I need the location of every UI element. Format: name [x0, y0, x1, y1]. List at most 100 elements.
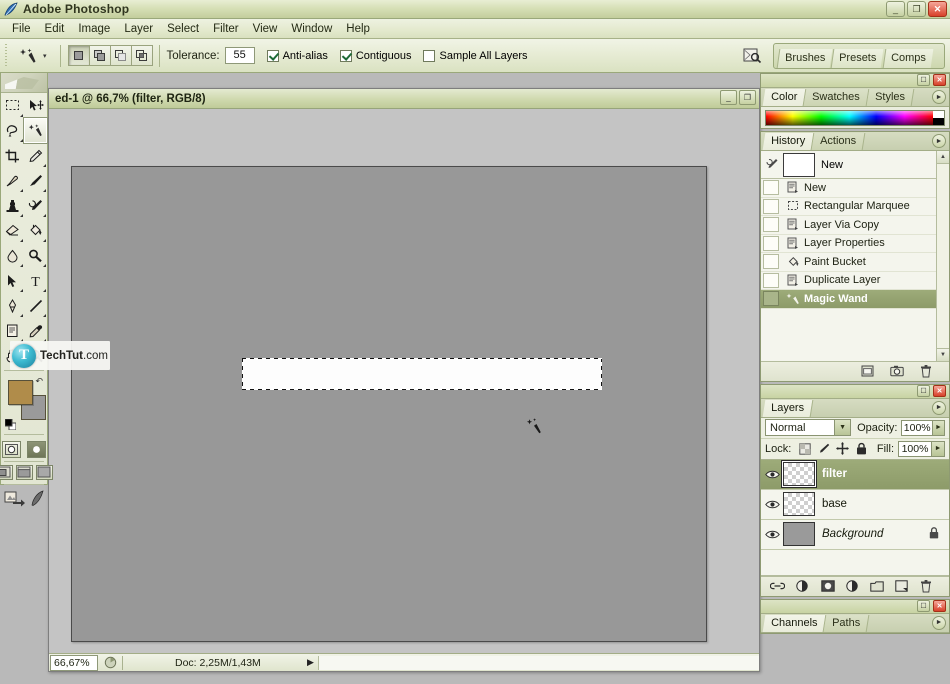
history-brush-tool[interactable]: [24, 193, 47, 218]
layer-row-background[interactable]: Background: [761, 519, 949, 550]
magic-wand-tool[interactable]: [24, 118, 47, 143]
tab-actions[interactable]: Actions: [811, 133, 866, 150]
layer-thumbnail[interactable]: [783, 492, 815, 516]
layer-name[interactable]: filter: [822, 468, 847, 480]
layers-palette-title-bar[interactable]: ☐ ✕: [761, 384, 949, 399]
history-state-row[interactable]: Layer Via Copy: [761, 216, 936, 235]
history-brush-toggle[interactable]: [763, 254, 779, 270]
scroll-down-arrow-icon[interactable]: ▼: [937, 347, 949, 361]
history-state-row[interactable]: Layer Properties: [761, 235, 936, 253]
layers-palette-close-button[interactable]: ✕: [933, 384, 946, 397]
clone-stamp-tool[interactable]: [1, 193, 24, 218]
layer-row-filter[interactable]: filter: [761, 459, 949, 490]
blend-mode-select[interactable]: Normal ▼: [765, 419, 852, 436]
horizontal-scrollbar-trough[interactable]: [317, 655, 759, 670]
opacity-slider-arrow-icon[interactable]: ►: [932, 419, 945, 436]
preview-thumb-icon[interactable]: [102, 656, 118, 670]
tab-layers[interactable]: Layers: [762, 399, 814, 417]
tab-history[interactable]: History: [762, 133, 815, 150]
tab-styles[interactable]: Styles: [866, 89, 915, 106]
crop-tool[interactable]: [1, 143, 24, 168]
document-canvas-area[interactable]: [49, 109, 759, 653]
history-brush-toggle[interactable]: [763, 180, 779, 196]
document-minimize-button[interactable]: _: [720, 90, 737, 105]
imageready-icon[interactable]: [30, 490, 45, 510]
restore-button[interactable]: ❐: [907, 1, 926, 17]
full-screen-with-menubar-button[interactable]: [15, 465, 33, 480]
default-colors-icon[interactable]: [4, 418, 17, 431]
sample-all-layers-checkbox[interactable]: Sample All Layers: [423, 49, 528, 62]
pen-tool[interactable]: [1, 293, 24, 318]
menu-select[interactable]: Select: [160, 21, 206, 37]
lock-position-icon[interactable]: [835, 441, 850, 456]
standard-screen-mode-button[interactable]: [0, 465, 13, 480]
spectrum-gradient[interactable]: [766, 111, 933, 125]
menu-window[interactable]: Window: [284, 21, 339, 37]
layer-visibility-eye-icon[interactable]: [761, 469, 783, 480]
palette-well-tab-brushes[interactable]: Brushes: [776, 48, 833, 68]
color-palette-menu-icon[interactable]: ►: [932, 90, 946, 104]
intersect-with-selection-button[interactable]: [130, 45, 153, 66]
history-state-row[interactable]: New: [761, 179, 936, 198]
anti-alias-checkbox-box[interactable]: [266, 49, 279, 62]
fill-slider-arrow-icon[interactable]: ►: [932, 440, 945, 457]
history-brush-toggle[interactable]: [763, 291, 779, 307]
options-bar-grip[interactable]: [2, 42, 10, 69]
document-maximize-button[interactable]: ❐: [739, 90, 756, 105]
layers-palette-menu-icon[interactable]: ►: [932, 400, 946, 415]
scroll-up-arrow-icon[interactable]: ▲: [937, 151, 949, 164]
layer-thumbnail[interactable]: [783, 462, 815, 486]
add-layer-mask-icon[interactable]: [820, 579, 835, 594]
document-title-bar[interactable]: ed-1 @ 66,7% (filter, RGB/8) _ ❐: [49, 89, 759, 109]
channels-palette-title-bar[interactable]: ☐ ✕: [761, 599, 949, 614]
tolerance-input[interactable]: 55: [224, 47, 255, 64]
layer-thumbnail[interactable]: [783, 522, 815, 546]
brush-tool[interactable]: [24, 168, 47, 193]
add-to-selection-button[interactable]: [88, 45, 111, 66]
notes-tool[interactable]: [1, 318, 24, 343]
lock-image-pixels-icon[interactable]: [816, 441, 831, 456]
color-palette-title-bar[interactable]: ☐ ✕: [761, 74, 949, 88]
zoom-level-input[interactable]: 66,67%: [50, 654, 98, 671]
tab-channels[interactable]: Channels: [762, 614, 827, 632]
tool-preset-chevron-down-icon[interactable]: ▾: [43, 52, 47, 60]
history-brush-toggle[interactable]: [763, 198, 779, 214]
layer-row-base[interactable]: base: [761, 489, 949, 520]
quick-mask-mode-button[interactable]: [27, 441, 46, 458]
anti-alias-checkbox[interactable]: Anti-alias: [266, 49, 328, 62]
eraser-tool[interactable]: [1, 218, 24, 243]
delete-state-icon[interactable]: [918, 364, 933, 379]
paint-bucket-tool[interactable]: [24, 218, 47, 243]
jump-to-imageready-icon[interactable]: [4, 490, 25, 510]
fill-input[interactable]: 100%: [898, 440, 932, 457]
subtract-from-selection-button[interactable]: [109, 45, 132, 66]
menu-edit[interactable]: Edit: [38, 21, 72, 37]
history-state-row-selected[interactable]: Magic Wand: [761, 290, 936, 309]
blur-tool[interactable]: [1, 243, 24, 268]
create-document-from-state-icon[interactable]: [860, 364, 875, 379]
channels-palette-close-button[interactable]: ✕: [933, 599, 946, 612]
layer-visibility-eye-icon[interactable]: [761, 529, 783, 540]
channels-palette-minimize-button[interactable]: ☐: [917, 599, 930, 612]
menu-view[interactable]: View: [246, 21, 285, 37]
create-new-snapshot-icon[interactable]: [889, 364, 904, 379]
new-fill-adjustment-layer-icon[interactable]: [846, 579, 860, 594]
swap-colors-icon[interactable]: ↶: [35, 376, 43, 387]
color-palette-close-button[interactable]: ✕: [933, 74, 946, 86]
magic-wand-icon[interactable]: [13, 43, 43, 69]
history-brush-source-icon[interactable]: [761, 158, 783, 171]
new-layer-icon[interactable]: [895, 579, 909, 594]
image-canvas[interactable]: [71, 166, 707, 642]
history-brush-toggle[interactable]: [763, 217, 779, 233]
color-palette-minimize-button[interactable]: ☐: [917, 74, 930, 86]
standard-mode-button[interactable]: [2, 441, 21, 458]
line-shape-tool[interactable]: [24, 293, 47, 318]
rectangular-marquee-selection[interactable]: [242, 358, 602, 390]
history-state-row[interactable]: Paint Bucket: [761, 253, 936, 272]
chevron-down-icon[interactable]: ▼: [834, 420, 851, 435]
color-spectrum-ramp[interactable]: [765, 110, 945, 126]
move-tool[interactable]: [24, 93, 47, 118]
menu-image[interactable]: Image: [71, 21, 117, 37]
slice-tool[interactable]: [24, 143, 47, 168]
channels-palette-menu-icon[interactable]: ►: [932, 615, 946, 630]
